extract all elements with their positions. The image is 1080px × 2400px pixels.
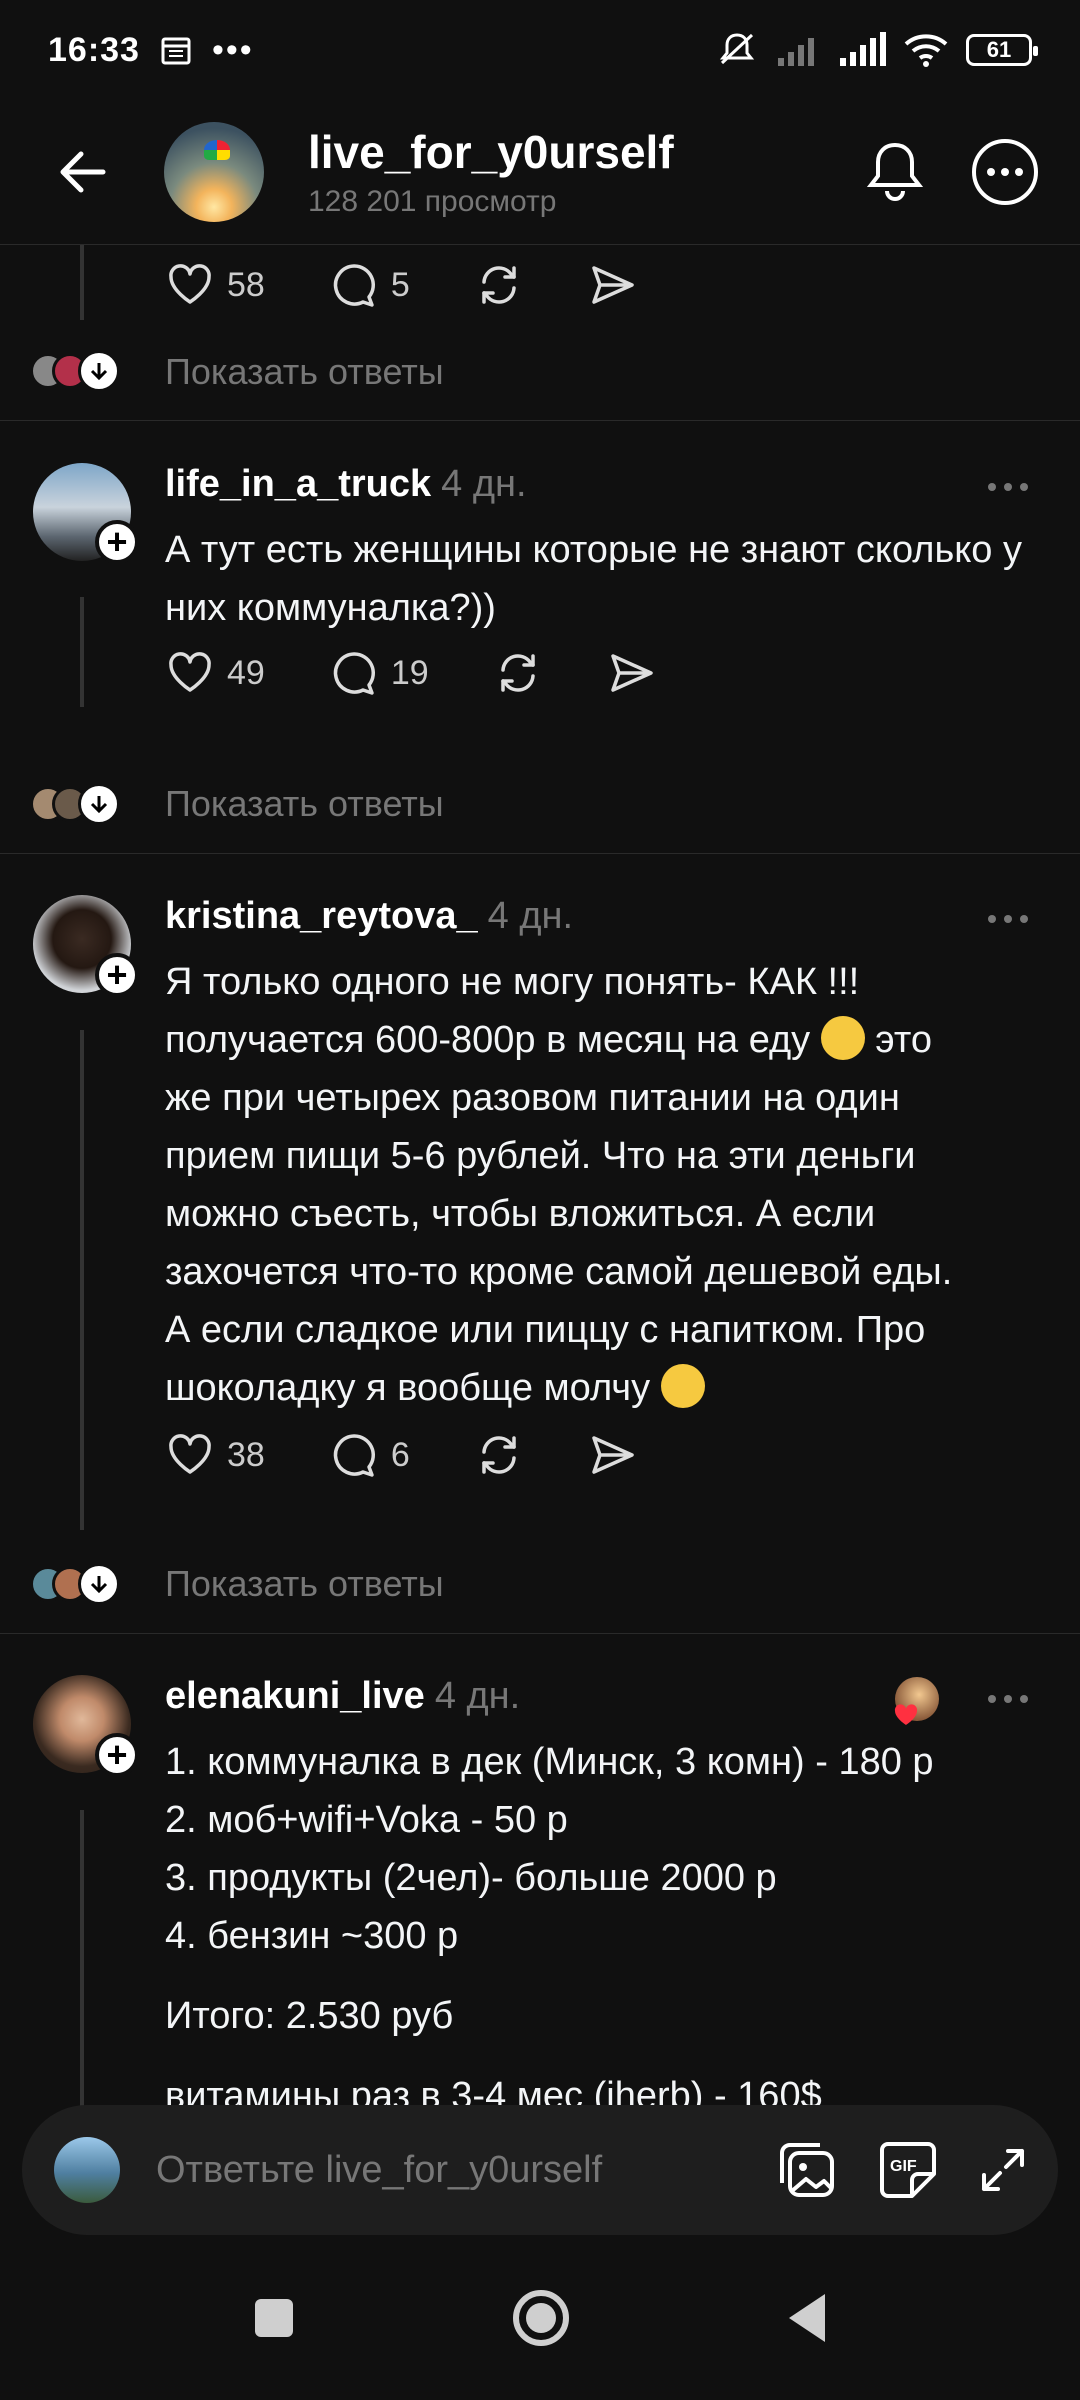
reply-button[interactable]: 6 bbox=[329, 1430, 410, 1480]
system-nav-bar bbox=[0, 2235, 1080, 2400]
reply-count: 5 bbox=[390, 265, 410, 304]
comment-username[interactable]: kristina_reytova_ 4 дн. bbox=[165, 895, 573, 938]
repost-button[interactable] bbox=[474, 1430, 524, 1480]
view-count: 128 201 просмотр bbox=[308, 185, 557, 218]
heart-icon bbox=[169, 264, 211, 304]
reply-avatars[interactable] bbox=[30, 350, 120, 392]
back-button[interactable] bbox=[52, 142, 112, 202]
bell-icon[interactable] bbox=[864, 139, 926, 205]
expand-down-icon bbox=[78, 783, 120, 825]
svg-text:GIF: GIF bbox=[890, 2158, 917, 2175]
gallery-icon[interactable] bbox=[776, 2139, 838, 2201]
author-avatar[interactable] bbox=[164, 122, 264, 222]
signal-icon bbox=[840, 32, 886, 66]
recents-square-icon[interactable] bbox=[255, 2298, 293, 2337]
share-button[interactable] bbox=[588, 260, 638, 310]
show-replies-link[interactable]: Показать ответы bbox=[165, 351, 444, 393]
red-heart-icon bbox=[894, 1704, 918, 1725]
like-button[interactable]: 38 bbox=[165, 1430, 265, 1480]
expand-down-icon bbox=[78, 1563, 120, 1605]
no-mouth-emoji-icon bbox=[660, 1364, 705, 1408]
follow-plus-icon[interactable]: + bbox=[95, 1733, 139, 1777]
back-arrow-icon bbox=[60, 151, 106, 193]
comment-more-button[interactable] bbox=[988, 483, 1028, 491]
wifi-icon bbox=[904, 34, 948, 67]
more-notifications-icon: ••• bbox=[211, 30, 254, 69]
reply-avatars[interactable] bbox=[30, 1563, 120, 1605]
comment-actions: 49 19 bbox=[165, 633, 721, 713]
battery-icon: 61 bbox=[966, 34, 1038, 66]
send-icon bbox=[592, 266, 634, 304]
like-count: 49 bbox=[227, 653, 265, 692]
repost-button[interactable] bbox=[474, 260, 524, 310]
status-bar: 16:33 ••• 61 bbox=[0, 0, 1080, 100]
comment-more-button[interactable] bbox=[988, 1695, 1028, 1703]
share-button[interactable] bbox=[588, 1430, 638, 1480]
expand-icon[interactable] bbox=[978, 2145, 1028, 2195]
status-time: 16:33 bbox=[48, 30, 140, 69]
gif-icon[interactable]: GIF bbox=[878, 2140, 938, 2200]
more-options-button[interactable] bbox=[972, 139, 1038, 205]
signal-weak-icon bbox=[778, 38, 814, 66]
repost-button[interactable] bbox=[493, 648, 543, 698]
expand-down-icon bbox=[78, 350, 120, 392]
reply-input[interactable]: Ответьте live_for_y0urself bbox=[156, 2149, 602, 2192]
follow-plus-icon[interactable]: + bbox=[95, 520, 139, 564]
post-actions: 58 5 bbox=[165, 245, 702, 325]
show-replies-link[interactable]: Показать ответы bbox=[165, 783, 444, 825]
comment-icon bbox=[333, 652, 375, 695]
comment-more-button[interactable] bbox=[988, 915, 1028, 923]
comment-text: Я только одного не могу понять- КАК !!! … bbox=[165, 961, 953, 1409]
comment-icon bbox=[333, 1434, 375, 1477]
comment-actions: 38 6 bbox=[165, 1415, 702, 1495]
comment-text: 1. коммуналка в дек (Минск, 3 комн) - 18… bbox=[165, 1741, 934, 2117]
repost-icon bbox=[500, 654, 535, 692]
thread-header: live_for_y0urself 128 201 просмотр bbox=[0, 100, 1080, 245]
like-count: 58 bbox=[227, 265, 265, 304]
mute-icon bbox=[719, 33, 755, 65]
comment-username[interactable]: elenakuni_live 4 дн. bbox=[165, 1675, 520, 1718]
send-icon bbox=[610, 654, 653, 692]
follow-plus-icon[interactable]: + bbox=[95, 953, 139, 997]
repost-icon bbox=[482, 1436, 516, 1474]
home-circle-icon[interactable] bbox=[513, 2289, 569, 2346]
reply-count: 19 bbox=[390, 653, 429, 692]
like-button[interactable]: 49 bbox=[165, 648, 265, 698]
show-replies-link[interactable]: Показать ответы bbox=[165, 1563, 444, 1605]
reply-button[interactable]: 19 bbox=[329, 648, 429, 698]
eye-roll-emoji-icon bbox=[820, 1016, 865, 1060]
heart-icon bbox=[169, 1434, 211, 1474]
like-count: 38 bbox=[227, 1435, 265, 1474]
heart-icon bbox=[169, 652, 211, 692]
share-button[interactable] bbox=[607, 648, 657, 698]
comment-username[interactable]: life_in_a_truck 4 дн. bbox=[165, 463, 527, 506]
like-button[interactable]: 58 bbox=[165, 260, 265, 310]
my-avatar bbox=[54, 2137, 120, 2203]
reply-count: 6 bbox=[390, 1435, 410, 1474]
reply-avatars[interactable] bbox=[30, 783, 120, 825]
reply-button[interactable]: 5 bbox=[329, 260, 410, 310]
reply-composer[interactable]: Ответьте live_for_y0urself GIF bbox=[22, 2105, 1058, 2235]
back-triangle-icon[interactable] bbox=[789, 2293, 825, 2342]
comment-icon bbox=[333, 264, 375, 307]
calendar-icon bbox=[161, 37, 191, 65]
comment-text: А тут есть женщины которые не знают скол… bbox=[165, 529, 1022, 629]
send-icon bbox=[592, 1436, 634, 1474]
page-title[interactable]: live_for_y0urself bbox=[308, 125, 674, 179]
repost-icon bbox=[482, 266, 516, 304]
